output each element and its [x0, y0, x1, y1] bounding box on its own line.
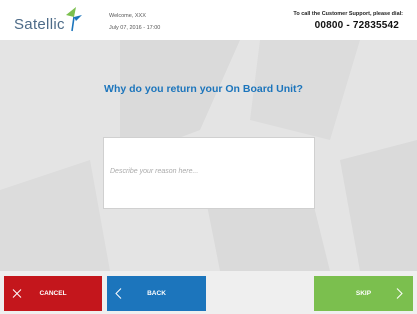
- footer-bar: CANCEL BACK SKIP: [0, 271, 417, 314]
- support-phone: 00800 - 72835542: [314, 20, 399, 31]
- reason-textarea-container: [103, 137, 315, 209]
- header-bar: Satellic Welcome, XXX July 07, 2016 - 17…: [0, 0, 417, 40]
- satellic-logo-mark-icon: [66, 7, 82, 32]
- chevron-left-icon: [115, 288, 122, 299]
- cancel-button-label: CANCEL: [39, 290, 67, 297]
- back-button-label: BACK: [147, 290, 166, 297]
- reason-textarea[interactable]: [104, 138, 314, 208]
- cancel-button[interactable]: CANCEL: [4, 276, 102, 311]
- support-label: To call the Customer Support, please dia…: [293, 11, 403, 17]
- skip-button[interactable]: SKIP: [314, 276, 413, 311]
- main-content: Why do you return your On Board Unit?: [0, 40, 417, 271]
- chevron-right-icon: [396, 288, 403, 299]
- back-button[interactable]: BACK: [107, 276, 206, 311]
- datetime-text: July 07, 2016 - 17:00: [109, 25, 161, 31]
- satellic-logo: Satellic: [14, 16, 65, 33]
- page-question: Why do you return your On Board Unit?: [104, 83, 303, 95]
- close-icon: [12, 289, 22, 298]
- skip-button-label: SKIP: [355, 290, 372, 297]
- welcome-text: Welcome, XXX: [109, 13, 146, 19]
